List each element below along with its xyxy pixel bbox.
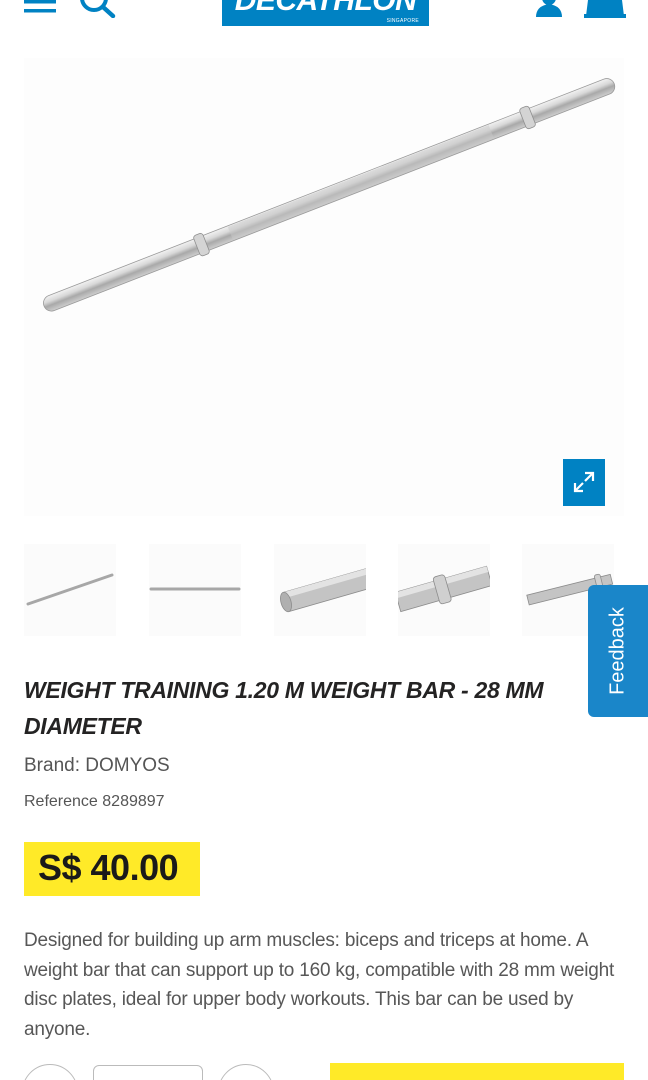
zoom-button[interactable]: [563, 459, 605, 506]
menu-icon[interactable]: [24, 0, 56, 16]
expand-icon: [573, 471, 595, 493]
user-icon[interactable]: [534, 0, 564, 17]
thumbnail-4[interactable]: [398, 544, 490, 636]
price-badge: S$ 40.00: [24, 842, 200, 896]
thumbnail-3[interactable]: [274, 544, 366, 636]
product-price: S$ 40.00: [38, 847, 179, 888]
feedback-tab[interactable]: Feedback: [588, 585, 648, 717]
header: DECATHLON SINGAPORE: [0, 0, 648, 26]
thumbnail-2[interactable]: [149, 544, 241, 636]
thumbnail-1[interactable]: [24, 544, 116, 636]
product-main-image[interactable]: [24, 58, 624, 516]
product-title: WEIGHT TRAINING 1.20 M WEIGHT BAR - 28 M…: [24, 677, 544, 739]
quantity-decrease-button[interactable]: [22, 1064, 78, 1080]
search-icon[interactable]: [78, 0, 116, 19]
product-brand: Brand: DOMYOS: [24, 755, 170, 776]
product-description: Designed for building up arm muscles: bi…: [24, 930, 615, 1040]
logo-subtext: SINGAPORE: [386, 18, 419, 24]
feedback-label: Feedback: [606, 607, 629, 695]
add-to-cart-button[interactable]: [330, 1063, 624, 1080]
quantity-input[interactable]: [93, 1065, 203, 1080]
product-reference: Reference 8289897: [24, 793, 165, 810]
logo-text: DECATHLON: [234, 0, 417, 17]
decathlon-logo[interactable]: DECATHLON SINGAPORE: [222, 0, 429, 26]
cart-icon[interactable]: [584, 0, 626, 18]
quantity-increase-button[interactable]: [218, 1064, 274, 1080]
